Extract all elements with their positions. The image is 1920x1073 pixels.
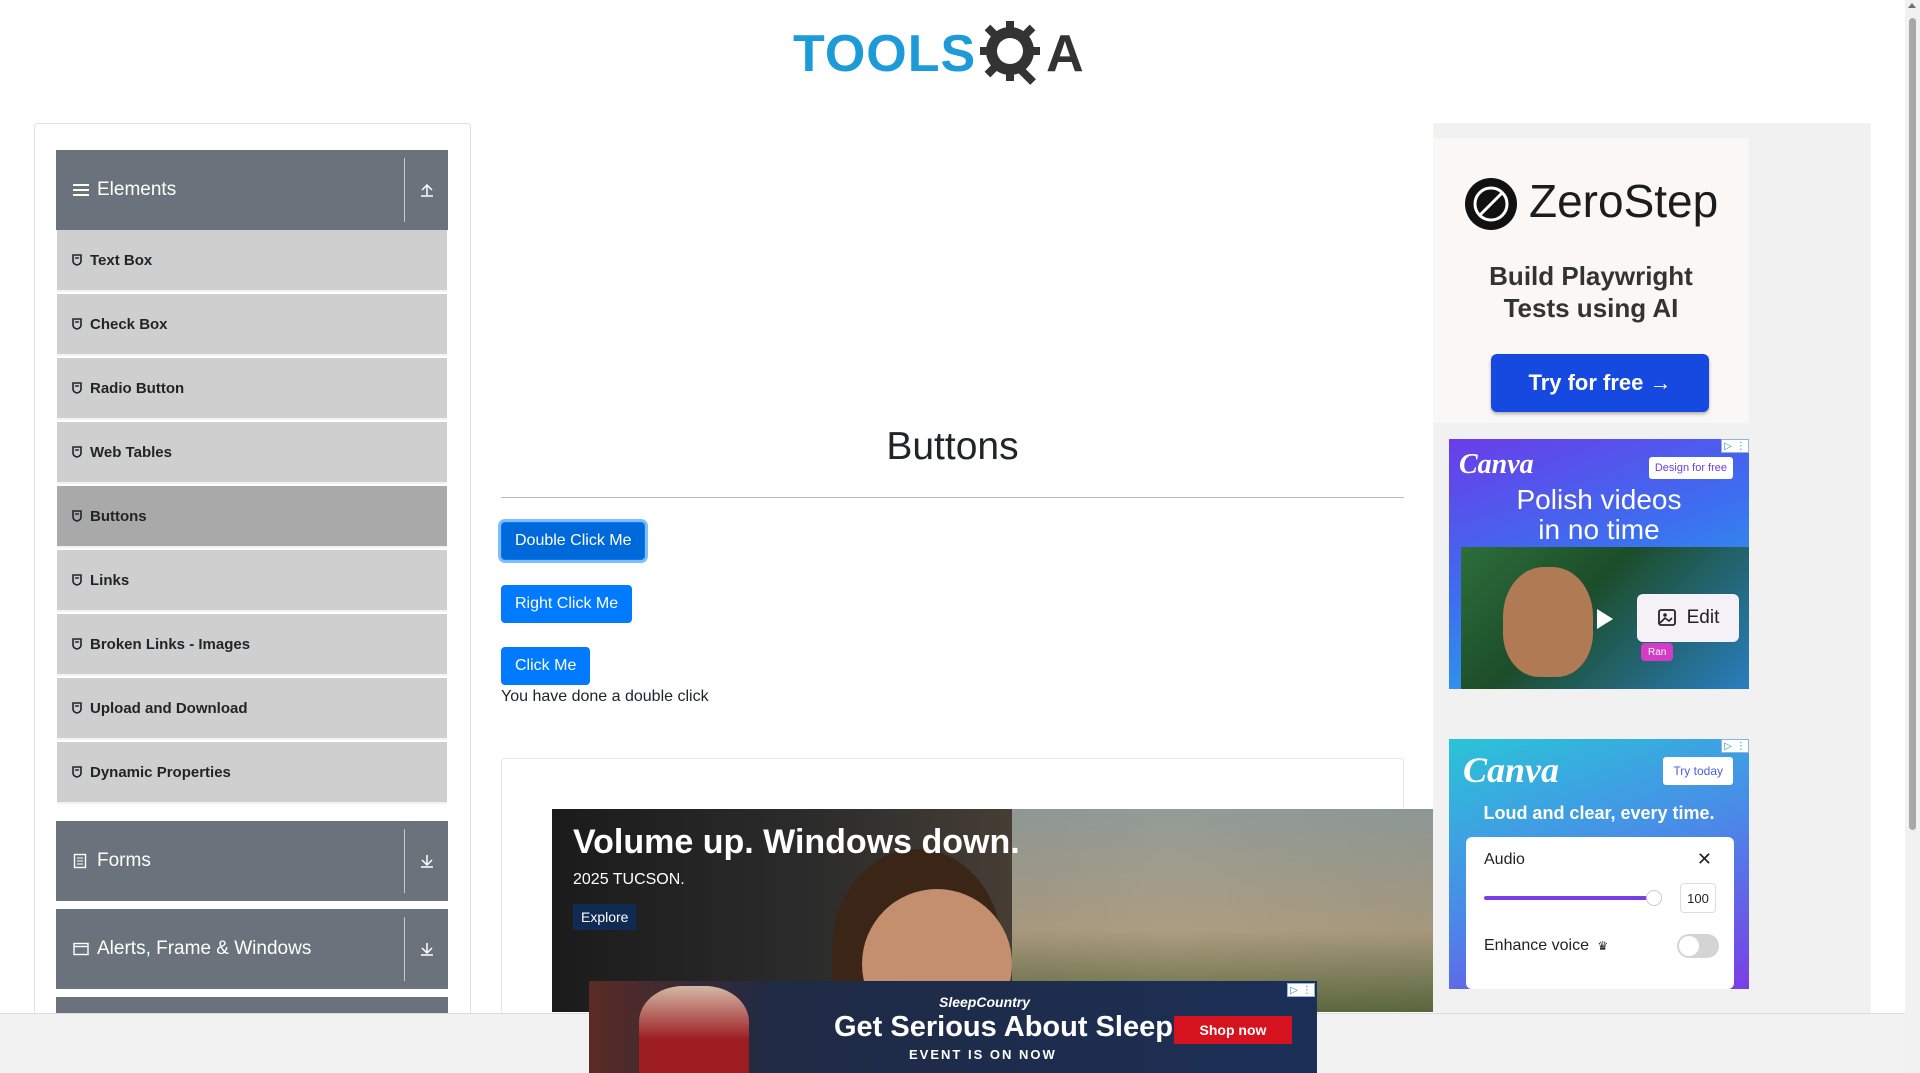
- image-edit-icon: [1657, 607, 1679, 629]
- sidebar-item-label: Check Box: [90, 315, 168, 333]
- sidebar-item-dynamic-properties[interactable]: Dynamic Properties: [57, 742, 447, 804]
- scroll-up-icon[interactable]: [1908, 3, 1916, 8]
- sidebar-item-label: Links: [90, 571, 130, 589]
- adchoices-icon[interactable]: ▷ ⋮: [1721, 739, 1749, 753]
- close-icon[interactable]: ✕: [1697, 849, 1712, 870]
- zerostep-logo-icon: [1465, 178, 1517, 230]
- zerostep-tagline: Build Playwright Tests using AI: [1433, 260, 1749, 324]
- sidebar-item-label: Buttons: [90, 507, 147, 525]
- sidebar-item-broken-links[interactable]: Broken Links - Images: [57, 614, 447, 676]
- design-for-free-button[interactable]: Design for free: [1648, 457, 1733, 479]
- sidebar-item-upload-download[interactable]: Upload and Download: [57, 678, 447, 740]
- zerostep-ad[interactable]: ZeroStep Build Playwright Tests using AI…: [1433, 138, 1749, 423]
- group-label-elements: Elements: [97, 179, 177, 200]
- sleep-country-logo: SleepCountry: [939, 994, 1031, 1010]
- gear-search-icon: [978, 19, 1044, 90]
- click-me-button[interactable]: Click Me: [501, 647, 591, 685]
- scroll-thumb[interactable]: [1909, 18, 1916, 830]
- enhance-voice-text: Enhance voice: [1484, 937, 1589, 954]
- shield-icon: [72, 510, 84, 522]
- sidebar-item-label: Broken Links - Images: [90, 635, 251, 653]
- play-icon: [1597, 609, 1613, 629]
- toolsqa-logo[interactable]: TOOLS A: [793, 16, 1084, 92]
- logo-text-tools: TOOLS: [793, 25, 977, 83]
- zerostep-tagline-line2: Tests using AI: [1503, 293, 1679, 323]
- right-click-button[interactable]: Right Click Me: [501, 585, 633, 623]
- shield-icon: [72, 446, 84, 458]
- volume-slider[interactable]: [1484, 896, 1650, 900]
- zerostep-tagline-line1: Build Playwright: [1489, 261, 1693, 291]
- car-ad-subtitle: 2025 TUCSON.: [573, 871, 685, 888]
- sidebar-item-label: Web Tables: [90, 443, 172, 461]
- group-header-elements[interactable]: Elements: [56, 150, 448, 230]
- expand-down-icon[interactable]: [404, 829, 448, 893]
- edit-label: Edit: [1686, 607, 1720, 628]
- canva-logo: Canva: [1459, 449, 1534, 480]
- shield-icon: [72, 382, 84, 394]
- sidebar-item-web-tables[interactable]: Web Tables: [57, 422, 447, 484]
- shop-now-button[interactable]: Shop now: [1174, 1016, 1292, 1044]
- sleep-ad-headline: Get Serious About Sleep: [834, 1011, 1173, 1043]
- document-icon: [73, 853, 91, 869]
- sidebar-item-text-box[interactable]: Text Box: [57, 230, 447, 292]
- shield-icon: [72, 254, 84, 266]
- collapse-up-icon[interactable]: [404, 158, 448, 222]
- adchoices-icon[interactable]: ▷ ⋮: [1287, 983, 1315, 997]
- canva-logo: Canva: [1463, 750, 1560, 790]
- sidebar: Elements Text Box Check Box Radio Button…: [34, 123, 471, 1073]
- audio-settings-card: Audio ✕ 100 Enhance voice ♛: [1466, 837, 1734, 989]
- adchoices-icon[interactable]: ▷ ⋮: [1721, 439, 1749, 453]
- sidebar-item-radio-button[interactable]: Radio Button: [57, 358, 447, 420]
- sidebar-item-label: Radio Button: [90, 379, 185, 397]
- ad-person-image: [639, 986, 749, 1073]
- group-header-forms[interactable]: Forms: [56, 821, 448, 901]
- car-ad-headline: Volume up. Windows down.: [573, 823, 1020, 861]
- double-click-button[interactable]: Double Click Me: [501, 522, 646, 560]
- hamburger-icon: [73, 183, 91, 197]
- sidebar-item-buttons[interactable]: Buttons: [57, 486, 447, 548]
- shield-icon: [72, 702, 84, 714]
- shield-icon: [72, 638, 84, 650]
- sleep-country-ad[interactable]: SleepCountry Get Serious About Sleep EVE…: [589, 981, 1317, 1073]
- ad-person-image: [1503, 567, 1593, 677]
- sidebar-item-check-box[interactable]: Check Box: [57, 294, 447, 356]
- sleep-ad-subtitle: EVENT IS ON NOW: [909, 1047, 1057, 1062]
- expand-down-icon[interactable]: [404, 917, 448, 981]
- shield-icon: [72, 574, 84, 586]
- enhance-voice-label: Enhance voice ♛: [1484, 937, 1608, 955]
- volume-slider-knob[interactable]: [1646, 890, 1662, 906]
- window-icon: [73, 942, 91, 956]
- canva-ad-headline: Loud and clear, every time.: [1483, 803, 1715, 823]
- canva-ad-video[interactable]: Canva Design for free Polish videos in n…: [1449, 439, 1749, 689]
- audio-title: Audio: [1484, 851, 1525, 868]
- car-ad-explore-button[interactable]: Explore: [573, 904, 637, 930]
- shield-icon: [72, 766, 84, 778]
- group-label-forms: Forms: [97, 850, 151, 871]
- page-title: Buttons: [886, 425, 1019, 468]
- volume-value[interactable]: 100: [1680, 883, 1716, 913]
- cursor-badge: Ran: [1641, 643, 1674, 661]
- canva-ad-headline: Polish videos in no time: [1449, 485, 1749, 545]
- try-today-button[interactable]: Try today: [1663, 757, 1733, 785]
- zerostep-name: ZeroStep: [1529, 175, 1719, 227]
- page-scrollbar[interactable]: [1905, 0, 1920, 1073]
- try-for-free-button[interactable]: Try for free →: [1491, 354, 1709, 412]
- logo-text-a: A: [1046, 25, 1084, 83]
- sidebar-item-label: Text Box: [90, 251, 153, 269]
- edit-button[interactable]: Edit: [1637, 594, 1739, 642]
- sidebar-item-links[interactable]: Links: [57, 550, 447, 612]
- crown-icon: ♛: [1597, 939, 1609, 953]
- double-click-message: You have done a double click: [501, 688, 709, 705]
- shield-icon: [72, 318, 84, 330]
- canva-headline-line1: Polish videos: [1516, 484, 1682, 515]
- group-header-alerts[interactable]: Alerts, Frame & Windows: [56, 909, 448, 989]
- sidebar-item-label: Dynamic Properties: [90, 763, 231, 781]
- canva-ad-audio[interactable]: Canva Try today Loud and clear, every ti…: [1449, 739, 1749, 989]
- enhance-voice-toggle[interactable]: [1677, 934, 1719, 958]
- sidebar-item-label: Upload and Download: [90, 699, 248, 717]
- title-divider: [501, 497, 1404, 498]
- canva-headline-line2: in no time: [1538, 514, 1660, 545]
- group-label-alerts: Alerts, Frame & Windows: [97, 938, 312, 959]
